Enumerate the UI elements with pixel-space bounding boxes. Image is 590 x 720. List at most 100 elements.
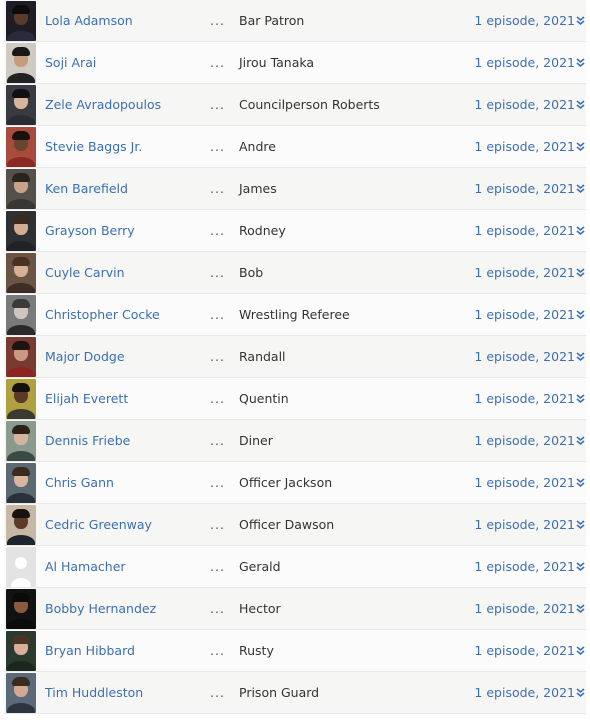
character-name: Councilperson Roberts — [239, 97, 380, 112]
cast-row: Stevie Baggs Jr.... Andre 1 episode, 2021 — [4, 126, 586, 168]
cast-row: Major Dodge... Randall 1 episode, 2021 — [4, 336, 586, 378]
headshot-photo[interactable] — [6, 84, 36, 125]
episode-count-link[interactable]: 1 episode, 2021 — [474, 601, 575, 616]
separator-ellipsis: ... — [210, 55, 225, 70]
character-name: Andre — [239, 139, 276, 154]
cast-row: Tim Huddleston... Prison Guard 1 episode, … — [4, 672, 586, 714]
character-name: Diner — [239, 433, 273, 448]
headshot-photo[interactable] — [6, 42, 36, 83]
separator-ellipsis: ... — [210, 139, 225, 154]
expand-chevron-icon[interactable] — [576, 603, 585, 615]
character-name: Hector — [239, 601, 281, 616]
actor-name-link[interactable]: Christopher Cocke — [45, 307, 160, 322]
expand-chevron-icon[interactable] — [576, 99, 585, 111]
episode-count-link[interactable]: 1 episode, 2021 — [474, 433, 575, 448]
expand-chevron-icon[interactable] — [576, 561, 585, 573]
cast-row: Lola Adamson... Bar Patron 1 episode, 2021 — [4, 0, 586, 42]
separator-ellipsis: ... — [210, 13, 225, 28]
episode-count-link[interactable]: 1 episode, 2021 — [474, 97, 575, 112]
headshot-photo[interactable] — [6, 336, 36, 377]
character-name: Prison Guard — [239, 685, 320, 700]
expand-chevron-icon[interactable] — [576, 183, 585, 195]
expand-chevron-icon[interactable] — [576, 141, 585, 153]
headshot-photo[interactable] — [6, 210, 36, 251]
headshot-photo[interactable] — [6, 252, 36, 293]
headshot-photo[interactable] — [6, 168, 36, 209]
actor-name-link[interactable]: Bobby Hernandez — [45, 601, 156, 616]
expand-chevron-icon[interactable] — [576, 393, 585, 405]
actor-name-link[interactable]: Stevie Baggs Jr. — [45, 139, 142, 154]
headshot-photo[interactable] — [6, 630, 36, 671]
headshot-photo[interactable] — [6, 672, 36, 713]
actor-name-link[interactable]: Ken Barefield — [45, 181, 128, 196]
character-name: Rusty — [239, 643, 274, 658]
expand-chevron-icon[interactable] — [576, 309, 585, 321]
expand-chevron-icon[interactable] — [576, 687, 585, 699]
episode-count-link[interactable]: 1 episode, 2021 — [474, 307, 575, 322]
cast-row: Cuyle Carvin... Bob 1 episode, 2021 — [4, 252, 586, 294]
separator-ellipsis: ... — [210, 517, 225, 532]
actor-name-link[interactable]: Al Hamacher — [45, 559, 126, 574]
separator-ellipsis: ... — [210, 643, 225, 658]
headshot-photo[interactable] — [6, 0, 36, 41]
expand-chevron-icon[interactable] — [576, 477, 585, 489]
separator-ellipsis: ... — [210, 97, 225, 112]
actor-name-link[interactable]: Elijah Everett — [45, 391, 128, 406]
episode-count-link[interactable]: 1 episode, 2021 — [474, 643, 575, 658]
actor-name-link[interactable]: Soji Arai — [45, 55, 96, 70]
actor-name-link[interactable]: Cedric Greenway — [45, 517, 152, 532]
episode-count-link[interactable]: 1 episode, 2021 — [474, 349, 575, 364]
actor-name-link[interactable]: Grayson Berry — [45, 223, 135, 238]
character-name: Gerald — [239, 559, 281, 574]
headshot-photo[interactable] — [6, 126, 36, 167]
character-name: Jirou Tanaka — [239, 55, 315, 70]
separator-ellipsis: ... — [210, 181, 225, 196]
episode-count-link[interactable]: 1 episode, 2021 — [474, 559, 575, 574]
separator-ellipsis: ... — [210, 685, 225, 700]
episode-count-link[interactable]: 1 episode, 2021 — [474, 685, 575, 700]
expand-chevron-icon[interactable] — [576, 267, 585, 279]
actor-name-link[interactable]: Cuyle Carvin — [45, 265, 125, 280]
expand-chevron-icon[interactable] — [576, 15, 585, 27]
actor-name-link[interactable]: Bryan Hibbard — [45, 643, 135, 658]
actor-name-link[interactable]: Zele Avradopoulos — [45, 97, 161, 112]
episode-count-link[interactable]: 1 episode, 2021 — [474, 13, 575, 28]
cast-row: Christopher Cocke... Wrestling Referee 1 e… — [4, 294, 586, 336]
placeholder-avatar-icon[interactable] — [6, 546, 36, 587]
expand-chevron-icon[interactable] — [576, 435, 585, 447]
headshot-photo[interactable] — [6, 462, 36, 503]
episode-count-link[interactable]: 1 episode, 2021 — [474, 223, 575, 238]
expand-chevron-icon[interactable] — [576, 225, 585, 237]
cast-row: Chris Gann... Officer Jackson 1 episode, 2… — [4, 462, 586, 504]
expand-chevron-icon[interactable] — [576, 519, 585, 531]
character-name: Randall — [239, 349, 286, 364]
separator-ellipsis: ... — [210, 265, 225, 280]
expand-chevron-icon[interactable] — [576, 645, 585, 657]
episode-count-link[interactable]: 1 episode, 2021 — [474, 181, 575, 196]
character-name: Bar Patron — [239, 13, 305, 28]
headshot-photo[interactable] — [6, 504, 36, 545]
headshot-photo[interactable] — [6, 420, 36, 461]
actor-name-link[interactable]: Chris Gann — [45, 475, 114, 490]
cast-row: Cedric Greenway... Officer Dawson 1 episod… — [4, 504, 586, 546]
character-name: James — [239, 181, 277, 196]
headshot-photo[interactable] — [6, 294, 36, 335]
episode-count-link[interactable]: 1 episode, 2021 — [474, 475, 575, 490]
expand-chevron-icon[interactable] — [576, 351, 585, 363]
headshot-photo[interactable] — [6, 378, 36, 419]
character-name: Wrestling Referee — [239, 307, 350, 322]
actor-name-link[interactable]: Dennis Friebe — [45, 433, 130, 448]
headshot-photo[interactable] — [6, 588, 36, 629]
episode-count-link[interactable]: 1 episode, 2021 — [474, 391, 575, 406]
expand-chevron-icon[interactable] — [576, 57, 585, 69]
episode-count-link[interactable]: 1 episode, 2021 — [474, 265, 575, 280]
actor-name-link[interactable]: Lola Adamson — [45, 13, 133, 28]
episode-count-link[interactable]: 1 episode, 2021 — [474, 139, 575, 154]
actor-name-link[interactable]: Major Dodge — [45, 349, 125, 364]
actor-name-link[interactable]: Tim Huddleston — [45, 685, 143, 700]
character-name: Officer Jackson — [239, 475, 333, 490]
cast-row: Grayson Berry... Rodney 1 episode, 2021 — [4, 210, 586, 252]
episode-count-link[interactable]: 1 episode, 2021 — [474, 517, 575, 532]
character-name: Bob — [239, 265, 264, 280]
episode-count-link[interactable]: 1 episode, 2021 — [474, 55, 575, 70]
